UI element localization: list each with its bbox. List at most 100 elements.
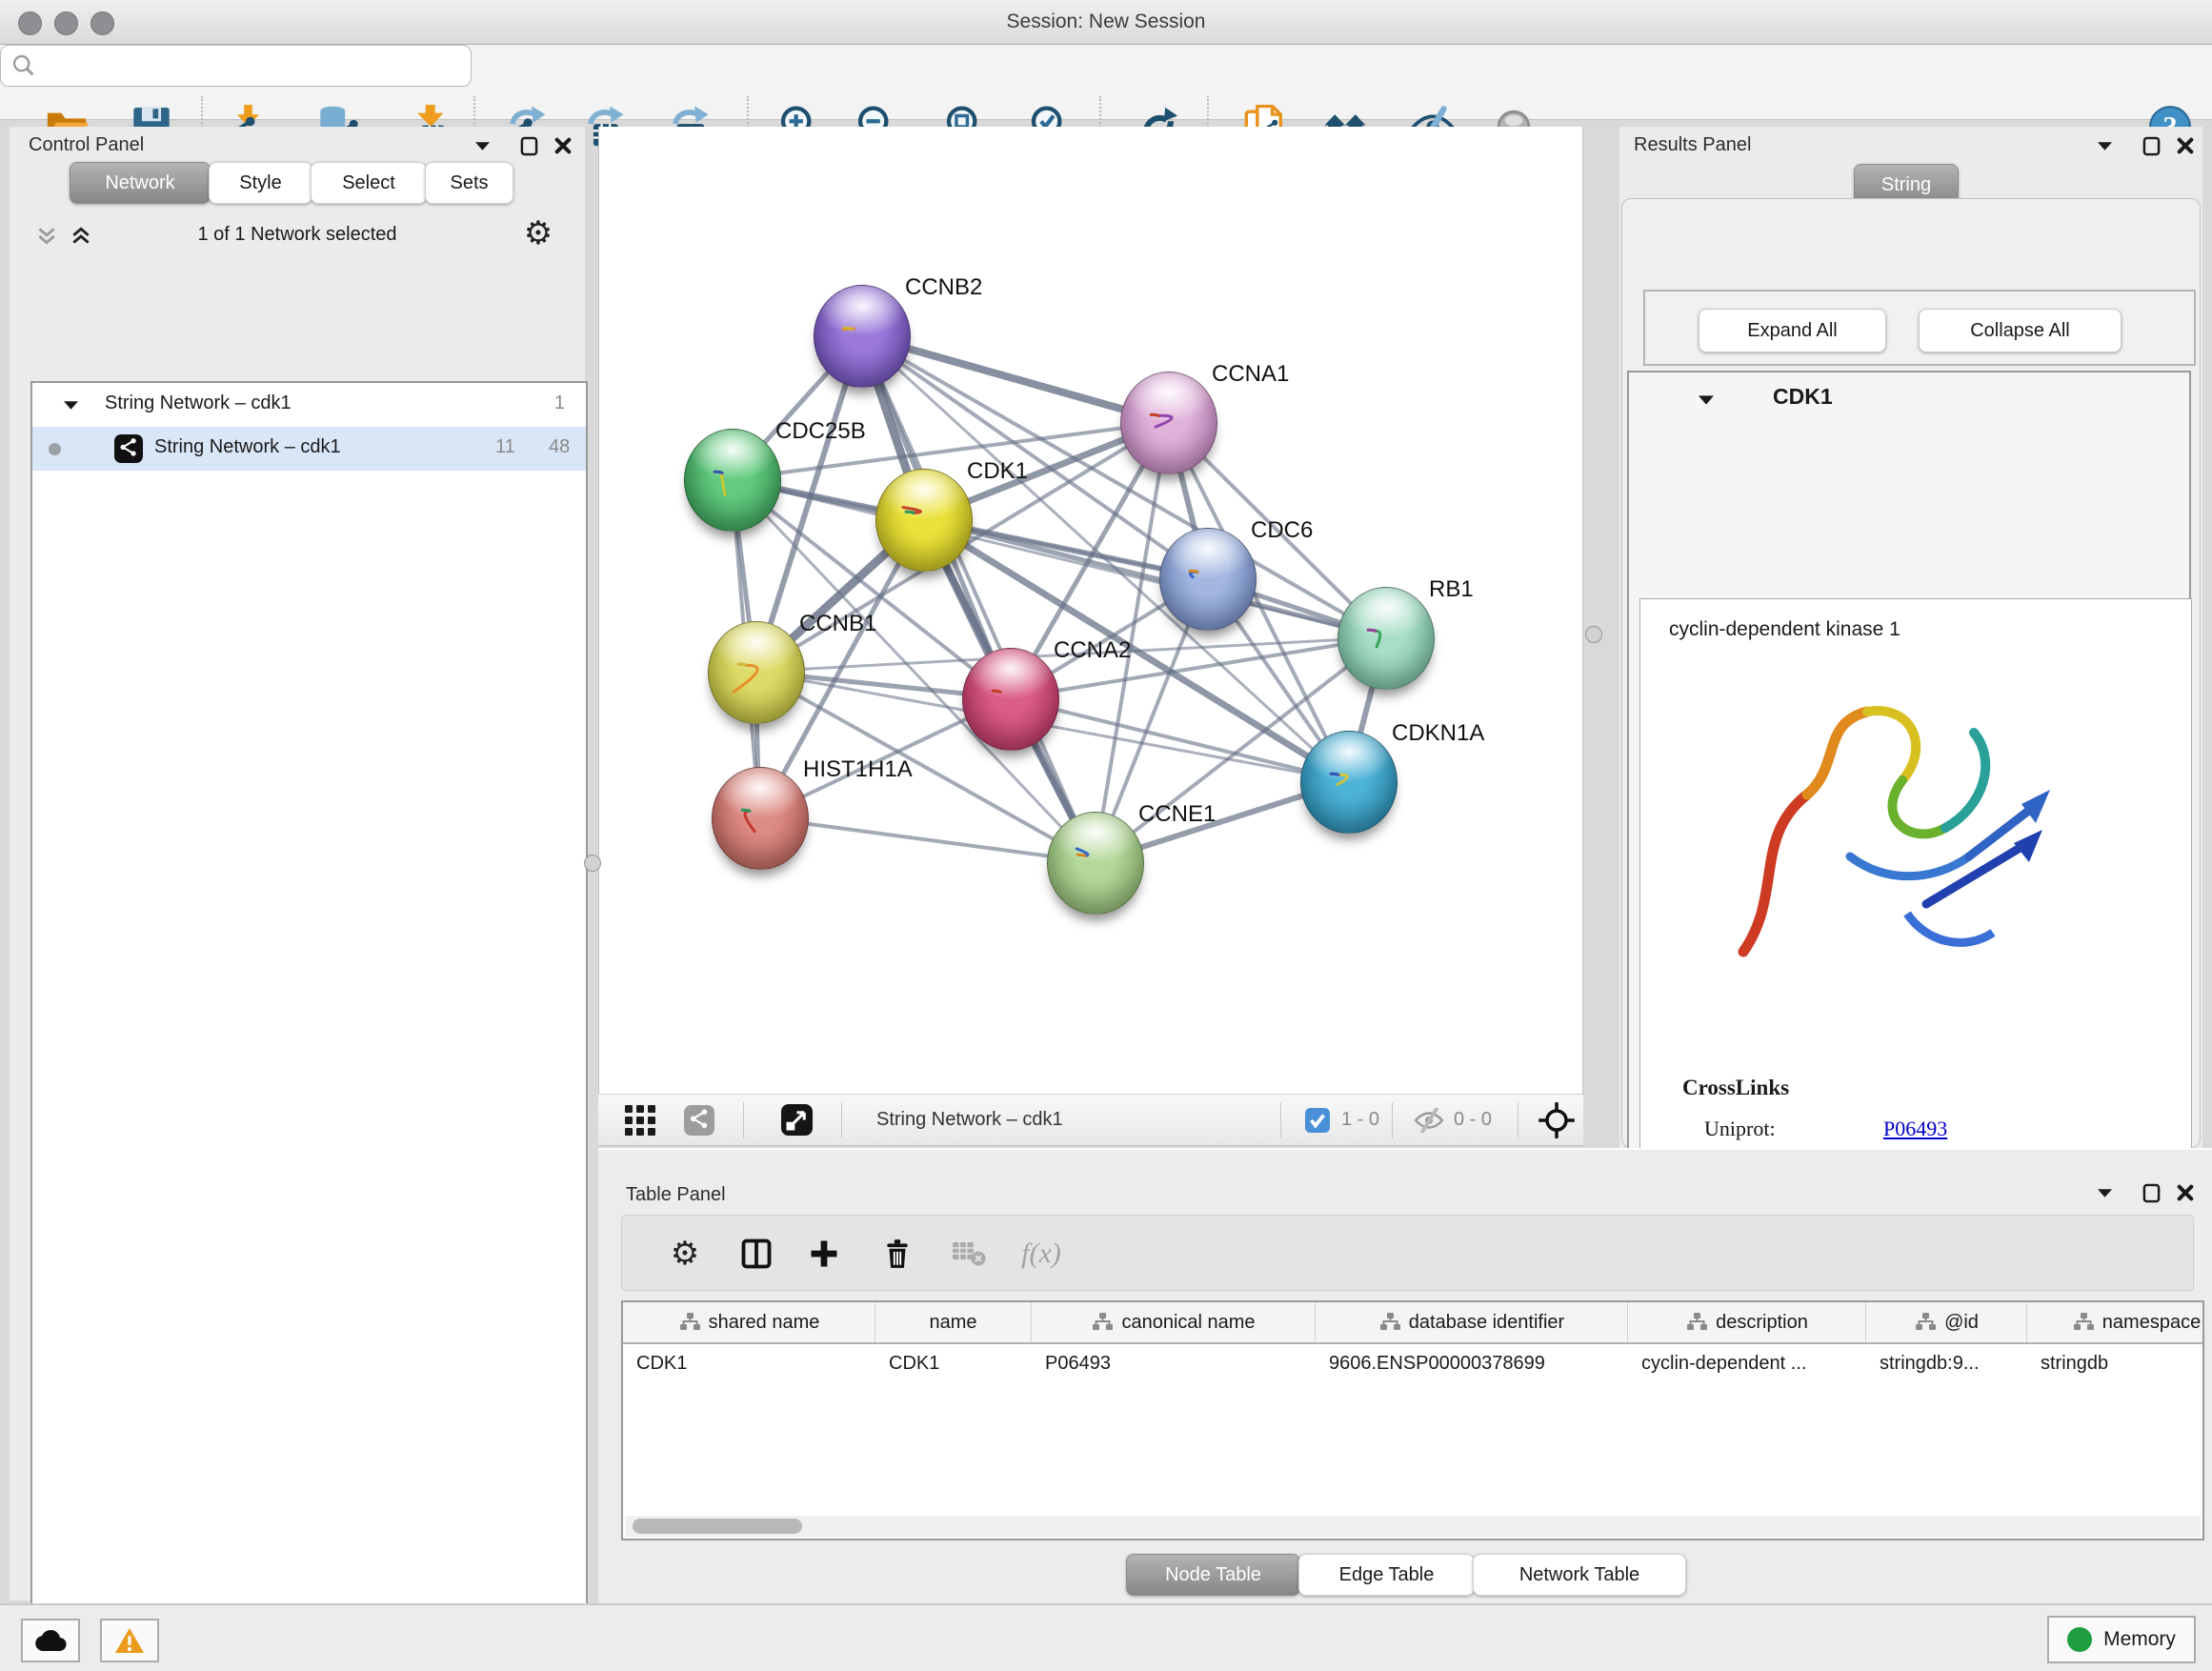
control-panel: Control Panel NetworkStyleSelectSets 1 o…	[10, 127, 585, 1601]
panel-float-icon[interactable]	[2135, 1178, 2167, 1207]
panel-float-icon[interactable]	[513, 131, 545, 160]
string-view-badge-icon[interactable]	[684, 1095, 714, 1145]
column-header-database-identifier[interactable]: database identifier	[1316, 1302, 1628, 1342]
column-type-icon	[678, 1312, 701, 1333]
column-header-shared-name[interactable]: shared name	[623, 1302, 875, 1342]
status-bar: Memory	[0, 1603, 2212, 1671]
crosslink-link[interactable]: P06493	[1883, 1117, 1947, 1141]
edge-HIST1H1A-CCNE1[interactable]	[759, 817, 1095, 862]
node-results-section: CDK1 cyclin-dependent kinase 1	[1627, 371, 2191, 1194]
column-header-canonical-name[interactable]: canonical name	[1032, 1302, 1316, 1342]
column-header-name[interactable]: name	[875, 1302, 1032, 1342]
node-CCNE1[interactable]	[1047, 812, 1144, 915]
edge-CCNB2-CCNE1[interactable]	[861, 335, 1095, 862]
birdseye-view-icon[interactable]	[781, 1095, 813, 1145]
cell--id[interactable]: stringdb:9...	[1866, 1344, 2027, 1382]
node-HIST1H1A[interactable]	[712, 767, 809, 870]
create-column-plus-icon[interactable]	[797, 1227, 851, 1280]
panel-menu-icon[interactable]	[466, 131, 498, 160]
search-icon	[10, 52, 37, 79]
panel-float-icon[interactable]	[2135, 131, 2167, 160]
network-collection-row[interactable]: String Network – cdk1 1	[32, 383, 586, 427]
section-collapse-caret-icon[interactable]	[1699, 395, 1714, 405]
cell-shared-name[interactable]: CDK1	[623, 1344, 875, 1382]
network-node-count: 11	[495, 436, 515, 458]
tab-edge-table[interactable]: Edge Table	[1298, 1554, 1475, 1596]
node-description: cyclin-dependent kinase 1	[1669, 618, 1900, 641]
protein-thumbnail-CCNA1	[1138, 395, 1199, 454]
table-row[interactable]: CDK1CDK1P064939606.ENSP00000378699cyclin…	[623, 1344, 2202, 1382]
network-label: String Network – cdk1	[154, 436, 341, 458]
column-header--id[interactable]: @id	[1866, 1302, 2027, 1342]
show-columns-icon[interactable]	[730, 1227, 783, 1280]
protein-thumbnail-CCNE1	[1065, 836, 1126, 895]
panel-close-icon[interactable]	[547, 131, 579, 160]
window-zoom-icon[interactable]	[90, 11, 114, 35]
left-splitter-handle[interactable]	[584, 855, 601, 872]
node-RB1[interactable]	[1337, 587, 1435, 690]
result-node-name: CDK1	[1773, 384, 1833, 410]
cell-namespace[interactable]: stringdb	[2027, 1344, 2202, 1382]
node-label-CCNE1: CCNE1	[1138, 801, 1216, 828]
panel-close-icon[interactable]	[2169, 131, 2202, 160]
node-CCNB1[interactable]	[708, 621, 805, 724]
cell-name[interactable]: CDK1	[875, 1344, 1032, 1382]
tab-style[interactable]: Style	[209, 162, 312, 204]
protein-thumbnail-CDK1	[894, 493, 955, 552]
selected-checkbox-icon[interactable]	[1305, 1095, 1330, 1145]
delete-column-trash-icon[interactable]	[871, 1227, 924, 1280]
window-close-icon[interactable]	[18, 11, 42, 35]
node-label-CCNB1: CCNB1	[799, 611, 876, 637]
right-splitter-handle[interactable]	[1585, 626, 1602, 643]
node-CCNA2[interactable]	[962, 648, 1059, 751]
memory-status-dot	[2067, 1627, 2092, 1652]
table-options-gear-icon[interactable]: ⚙	[658, 1227, 712, 1280]
column-type-icon	[1091, 1312, 1114, 1333]
horizontal-scrollbar[interactable]	[625, 1516, 2201, 1537]
fit-selected-crosshair-icon[interactable]	[1538, 1095, 1576, 1145]
network-view-canvas[interactable]: CCNB2 CCNA1 CDC25B CDK1 CDC6 RB1 CCNB1 C…	[598, 127, 1583, 1094]
node-CCNA1[interactable]	[1120, 372, 1217, 474]
cell-description[interactable]: cyclin-dependent ...	[1628, 1344, 1866, 1382]
tab-select[interactable]: Select	[311, 162, 427, 204]
expand-all-button[interactable]: Expand All	[1699, 309, 1886, 352]
protein-thumbnail-CCNB2	[832, 309, 893, 368]
hidden-node-edge-counter: 0 - 0	[1454, 1095, 1492, 1145]
tab-network-table[interactable]: Network Table	[1473, 1554, 1686, 1596]
node-table: shared namenamecanonical namedatabase id…	[621, 1300, 2204, 1540]
search-box[interactable]	[0, 45, 472, 87]
search-input[interactable]	[37, 54, 471, 78]
warnings-button[interactable]	[100, 1619, 159, 1662]
collapse-all-button[interactable]: Collapse All	[1919, 309, 2122, 352]
automation-cloud-button[interactable]	[21, 1619, 80, 1662]
node-label-CDC25B: CDC25B	[775, 418, 866, 445]
node-CDC25B[interactable]	[684, 429, 781, 532]
panel-menu-icon[interactable]	[2088, 1178, 2121, 1207]
tab-network[interactable]: Network	[70, 162, 211, 204]
memory-button[interactable]: Memory	[2047, 1616, 2196, 1663]
window-minimize-icon[interactable]	[54, 11, 78, 35]
tab-sets[interactable]: Sets	[425, 162, 513, 204]
cloud-icon	[34, 1628, 67, 1653]
grid-view-icon[interactable]	[625, 1095, 655, 1145]
node-CCNB2[interactable]	[814, 285, 911, 388]
tab-node-table[interactable]: Node Table	[1126, 1554, 1300, 1596]
node-CDKN1A[interactable]	[1300, 731, 1398, 834]
scrollbar-thumb[interactable]	[633, 1519, 802, 1534]
cell-database-identifier[interactable]: 9606.ENSP00000378699	[1316, 1344, 1628, 1382]
table-toolbar: ⚙ f(x)	[621, 1215, 2194, 1291]
node-CDC6[interactable]	[1159, 528, 1257, 631]
panel-close-icon[interactable]	[2169, 1178, 2202, 1207]
protein-thumbnail-CDKN1A	[1318, 755, 1379, 814]
network-row[interactable]: String Network – cdk1 11 48	[32, 427, 586, 471]
panel-menu-icon[interactable]	[2088, 131, 2121, 160]
tree-expand-caret-icon[interactable]	[64, 401, 78, 410]
network-options-gear-icon[interactable]: ⚙	[522, 219, 554, 248]
node-CDK1[interactable]	[875, 469, 973, 572]
column-header-description[interactable]: description	[1628, 1302, 1866, 1342]
cell-canonical-name[interactable]: P06493	[1032, 1344, 1316, 1382]
edge-CDK1-RB1[interactable]	[923, 519, 1385, 637]
column-header-namespace[interactable]: namespace	[2027, 1302, 2202, 1342]
main-toolbar: ?	[0, 45, 2212, 120]
collection-count: 1	[554, 393, 565, 414]
